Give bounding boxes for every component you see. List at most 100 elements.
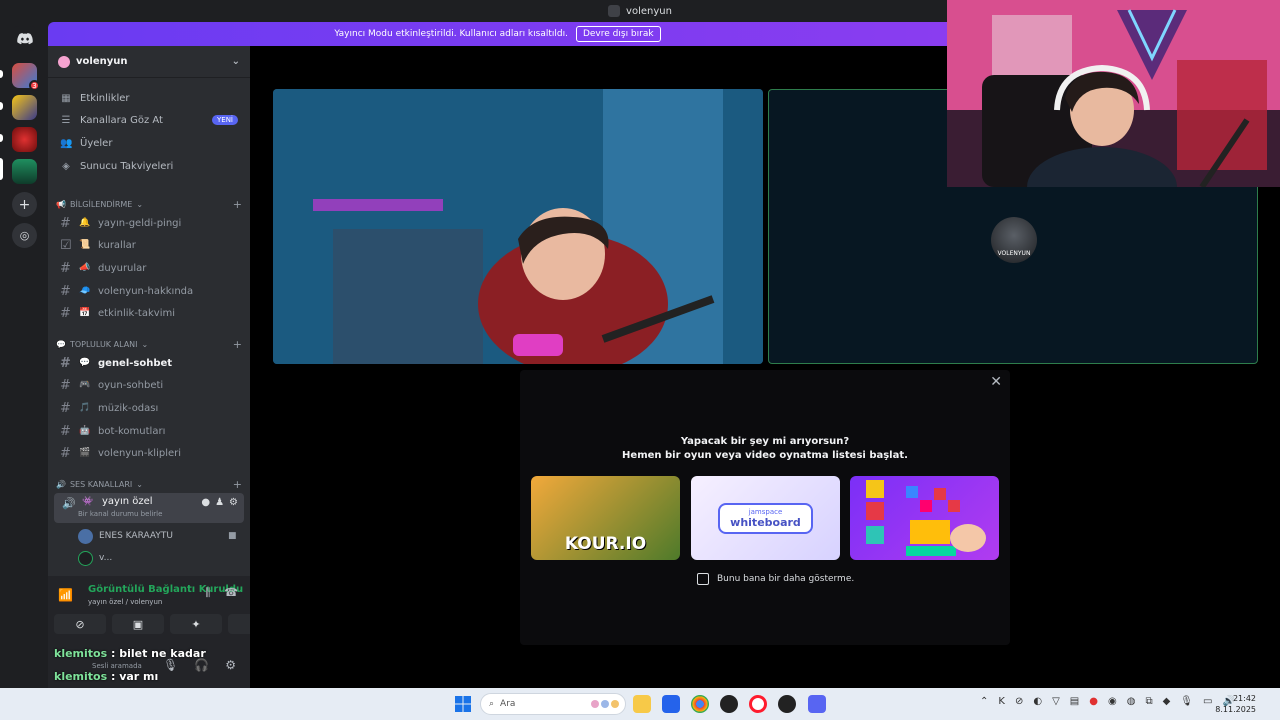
file-explorer-icon[interactable] [633, 695, 651, 713]
chat-icon[interactable]: ● [201, 497, 210, 508]
add-channel-icon[interactable]: + [233, 338, 242, 351]
tray-app-icon[interactable]: ◆ [1163, 696, 1171, 707]
network-icon[interactable]: ▭ [1203, 696, 1212, 707]
chat-username: klemitos [54, 670, 108, 683]
category-community[interactable]: 💬 TOPLULUK ALANI ⌄ + [56, 337, 242, 351]
unread-pill [0, 134, 3, 142]
channel-item[interactable]: ☑ 📜 kurallar [56, 235, 242, 255]
activity-card-blocks[interactable] [850, 476, 999, 560]
activity-card-whiteboard[interactable]: jamspace whiteboard [691, 476, 840, 560]
discord-taskbar-icon[interactable] [808, 695, 826, 713]
steam-icon[interactable] [720, 695, 738, 713]
avatar [78, 550, 93, 566]
voice-channel-status[interactable]: Bir kanal durumu belirle [78, 510, 162, 518]
channel-item[interactable]: # 🎵 müzik-odası [56, 398, 242, 418]
signal-icon: 📶 [58, 588, 73, 602]
app-icon [608, 5, 621, 17]
close-icon[interactable]: ✕ [990, 374, 1002, 390]
microphone-icon[interactable]: 🎙 [1180, 696, 1193, 707]
category-voice[interactable]: 🔊 SES KANALLARI ⌄ + [56, 477, 242, 491]
unread-pill [0, 102, 3, 110]
hash-icon: # [60, 260, 71, 276]
record-icon[interactable]: ● [1089, 696, 1098, 707]
voice-location[interactable]: yayın özel / volenyun [88, 598, 162, 606]
channel-item[interactable]: # 🤖 bot-komutları [56, 421, 242, 441]
disable-streamer-mode-button[interactable]: Devre dışı bırak [575, 26, 661, 42]
noise-suppression-icon[interactable]: ⫼ [205, 586, 210, 600]
add-channel-icon[interactable]: + [233, 198, 242, 211]
nav-events[interactable]: ▦ Etkinlikler [56, 88, 242, 108]
dont-show-checkbox[interactable] [697, 573, 709, 585]
tray-app-icon[interactable]: ▽ [1052, 696, 1060, 707]
search-highlight-icon [591, 700, 619, 708]
chevron-down-icon: ⌄ [136, 479, 143, 489]
store-icon[interactable] [662, 695, 680, 713]
start-icon[interactable] [454, 695, 472, 713]
taskbar-clock[interactable]: 21:42 8.11.2025 [1215, 693, 1256, 715]
chrome-icon[interactable] [691, 695, 709, 713]
category-voice-label: SES KANALLARI [69, 479, 133, 489]
tray-app-icon[interactable]: K [998, 696, 1005, 707]
gear-icon[interactable]: ⚙ [229, 497, 238, 508]
taskbar-search[interactable]: ⌕ Ara [480, 693, 626, 715]
guild-header[interactable]: volenyun ⌄ [48, 46, 250, 78]
tray-app-icon[interactable]: ⧉ [1145, 696, 1152, 707]
hash-icon: # [60, 400, 71, 416]
tray-app-icon[interactable]: ◍ [1127, 696, 1136, 707]
channel-item[interactable]: # 🔔 yayın-geldi-pingi [56, 213, 242, 233]
disconnect-icon[interactable]: ☎ [224, 586, 238, 600]
browse-icon: ☰ [61, 114, 71, 126]
nav-server-boosts[interactable]: ◈ Sunucu Takviyeleri [56, 156, 242, 176]
gear-icon[interactable]: ⚙ [225, 658, 236, 672]
channel-name: müzik-odası [98, 402, 159, 414]
server-icon-2[interactable] [12, 95, 37, 120]
category-info-label: BİLGİLENDİRME [69, 199, 133, 209]
microphone-icon[interactable]: 🎙 [163, 658, 178, 672]
nav-members[interactable]: 👥 Üyeler [56, 133, 242, 153]
block-puzzle-art [866, 480, 986, 556]
server-icon-volenyun[interactable] [12, 159, 37, 184]
channel-name: yayın-geldi-pingi [98, 217, 182, 229]
category-info[interactable]: 📢 BİLGİLENDİRME ⌄ + [56, 197, 242, 211]
camera-off-button[interactable]: ⊘ [54, 614, 106, 634]
search-icon: ⌕ [489, 699, 495, 709]
channel-name: bot-komutları [98, 425, 166, 437]
hash-icon: # [60, 283, 71, 299]
chevron-up-icon[interactable]: ⌃ [980, 696, 988, 707]
voice-connection-panel: 📶 Görüntülü Bağlantı Kuruldu yayın özel … [48, 576, 280, 688]
channel-name: kurallar [98, 239, 136, 251]
tray-app-icon[interactable]: ▤ [1070, 696, 1079, 707]
voice-member[interactable]: v... [78, 549, 112, 567]
app-icon[interactable] [778, 695, 796, 713]
activities-button[interactable]: ✦ [170, 614, 222, 634]
headphones-icon[interactable]: 🎧 [194, 658, 209, 672]
activity-card-label: KOUR.IO [564, 534, 647, 554]
channel-item[interactable]: # 🎬 volenyun-klipleri [56, 443, 242, 463]
voice-channel-item[interactable]: 🔊 👾 yayın özel Bir kanal durumu belirle … [54, 493, 244, 523]
video-tile-camera[interactable] [273, 89, 763, 364]
activity-card-kour[interactable]: KOUR.IO [531, 476, 680, 560]
tray-app-icon[interactable]: ◐ [1033, 696, 1042, 707]
tray-app-icon[interactable]: ⊘ [1015, 696, 1023, 707]
channel-item-active[interactable]: # 💬 genel-sohbet [56, 353, 242, 373]
add-server-icon[interactable]: + [12, 192, 37, 217]
voice-member[interactable]: ENES KARAAYTU ■ [78, 527, 237, 545]
steam-tray-icon[interactable]: ◉ [1108, 696, 1117, 707]
user-controls: 🎙 🎧 ⚙ [163, 658, 236, 672]
discover-icon[interactable]: ◎ [12, 223, 37, 248]
channel-item[interactable]: # 📣 duyurular [56, 258, 242, 278]
add-channel-icon[interactable]: + [233, 478, 242, 491]
discord-home-icon[interactable] [12, 26, 37, 51]
screen-share-button[interactable]: ▣ [112, 614, 164, 634]
invite-icon[interactable]: ♟ [215, 497, 224, 508]
avatar: VOLENYUN [991, 217, 1037, 263]
dont-show-again[interactable]: Bunu bana bir daha gösterme. [697, 573, 854, 585]
channel-item[interactable]: # 📅 etkinlik-takvimi [56, 303, 242, 323]
channel-item[interactable]: # 🧢 volenyun-hakkında [56, 281, 242, 301]
server-icon-3[interactable] [12, 127, 37, 152]
category-community-label: TOPLULUK ALANI [69, 339, 138, 349]
opera-icon[interactable] [749, 695, 767, 713]
nav-browse-channels[interactable]: ☰ Kanallara Göz At YENİ [56, 110, 242, 130]
channel-item[interactable]: # 🎮 oyun-sohbeti [56, 375, 242, 395]
server-icon-1[interactable]: 3 [12, 63, 40, 91]
